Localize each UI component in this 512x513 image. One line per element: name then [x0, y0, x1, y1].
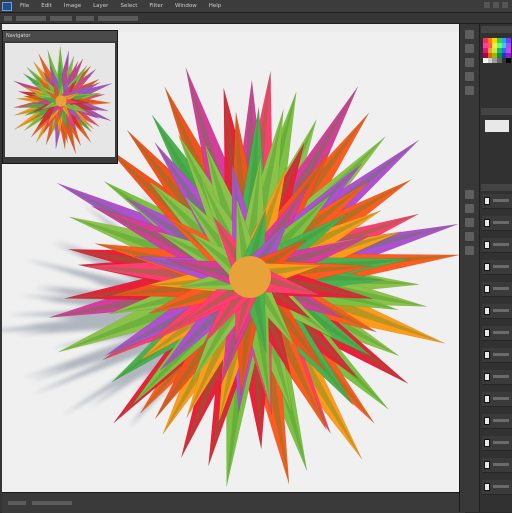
close-icon[interactable] — [502, 2, 508, 8]
layer-row[interactable] — [482, 194, 512, 209]
layer-name — [493, 287, 509, 290]
navigator-title: Navigator — [3, 31, 117, 41]
status-bar — [2, 492, 465, 513]
layer-thumbnail — [484, 329, 490, 337]
layer-name — [493, 463, 509, 466]
panel-icon-column — [460, 24, 480, 512]
channels-icon[interactable] — [465, 232, 474, 241]
swatches-icon[interactable] — [465, 86, 474, 95]
menu-bar: File Edit Image Layer Select Filter Wind… — [0, 0, 512, 13]
menu-help[interactable]: Help — [203, 0, 228, 12]
brush-icon[interactable] — [465, 44, 474, 53]
layer-thumbnail — [484, 197, 490, 205]
menu-window[interactable]: Window — [169, 0, 203, 12]
layer-name — [493, 419, 509, 422]
panel-stack — [481, 24, 512, 512]
menu-select[interactable]: Select — [114, 0, 143, 12]
window-controls — [484, 2, 508, 8]
layer-row[interactable] — [482, 458, 512, 473]
maximize-icon[interactable] — [493, 2, 499, 8]
layer-name — [493, 375, 509, 378]
ball-core — [55, 95, 67, 107]
layer-thumbnail — [484, 285, 490, 293]
adjustments-icon[interactable] — [465, 190, 474, 199]
layer-thumbnail — [484, 483, 490, 491]
navigator-panel: Navigator — [2, 30, 118, 164]
ball-core — [229, 256, 271, 298]
layer-thumbnail — [484, 219, 490, 227]
layer-thumbnail — [484, 461, 490, 469]
layer-name — [493, 265, 509, 268]
layer-thumbnail — [484, 263, 490, 271]
layer-thumbnail — [484, 241, 490, 249]
menu-file[interactable]: File — [14, 0, 35, 12]
styles-icon[interactable] — [465, 204, 474, 213]
layer-row[interactable] — [482, 260, 512, 275]
layer-row[interactable] — [482, 326, 512, 341]
layer-row[interactable] — [482, 282, 512, 297]
option-control[interactable] — [76, 15, 94, 21]
layer-row[interactable] — [482, 216, 512, 231]
layers-panel-tab[interactable] — [481, 184, 512, 191]
layer-name — [493, 243, 509, 246]
doc-info — [32, 501, 72, 505]
option-control[interactable] — [50, 15, 72, 21]
option-control[interactable] — [98, 15, 138, 21]
character-icon[interactable] — [465, 58, 474, 67]
layer-name — [493, 397, 509, 400]
layer-row[interactable] — [482, 348, 512, 363]
properties-panel-tab[interactable] — [481, 108, 512, 115]
thumbnail-artwork — [13, 46, 113, 154]
layer-row[interactable] — [482, 238, 512, 253]
photoshop-logo-icon[interactable] — [0, 0, 14, 12]
layer-row[interactable] — [482, 392, 512, 407]
layer-name — [493, 309, 509, 312]
menu-filter[interactable]: Filter — [143, 0, 169, 12]
menu-layer[interactable]: Layer — [87, 0, 114, 12]
layer-name — [493, 485, 509, 488]
layer-name — [493, 353, 509, 356]
layer-row[interactable] — [482, 414, 512, 429]
right-dock — [459, 24, 512, 512]
layer-name — [493, 199, 509, 202]
option-control[interactable] — [16, 15, 46, 21]
layer-row[interactable] — [482, 304, 512, 319]
layer-thumbnail — [484, 439, 490, 447]
layer-row[interactable] — [482, 480, 512, 495]
menu-edit[interactable]: Edit — [35, 0, 58, 12]
color-swatch[interactable] — [506, 58, 511, 63]
layer-row[interactable] — [482, 436, 512, 451]
paths-icon[interactable] — [465, 246, 474, 255]
tool-preset-icon[interactable] — [4, 15, 12, 21]
layer-name — [493, 331, 509, 334]
zoom-field[interactable] — [8, 501, 26, 505]
color-preview[interactable] — [485, 120, 509, 132]
swatches-panel — [483, 38, 511, 98]
layer-row[interactable] — [482, 370, 512, 385]
layers-icon[interactable] — [465, 218, 474, 227]
paragraph-icon[interactable] — [465, 72, 474, 81]
layer-thumbnail — [484, 373, 490, 381]
navigator-thumbnail[interactable] — [5, 43, 115, 157]
menu-image[interactable]: Image — [58, 0, 87, 12]
options-bar — [0, 13, 512, 24]
layer-thumbnail — [484, 395, 490, 403]
history-icon[interactable] — [465, 30, 474, 39]
minimize-icon[interactable] — [484, 2, 490, 8]
layer-thumbnail — [484, 351, 490, 359]
layer-thumbnail — [484, 307, 490, 315]
layer-name — [493, 221, 509, 224]
color-panel-tab[interactable] — [481, 26, 512, 33]
layer-name — [493, 441, 509, 444]
layer-thumbnail — [484, 417, 490, 425]
